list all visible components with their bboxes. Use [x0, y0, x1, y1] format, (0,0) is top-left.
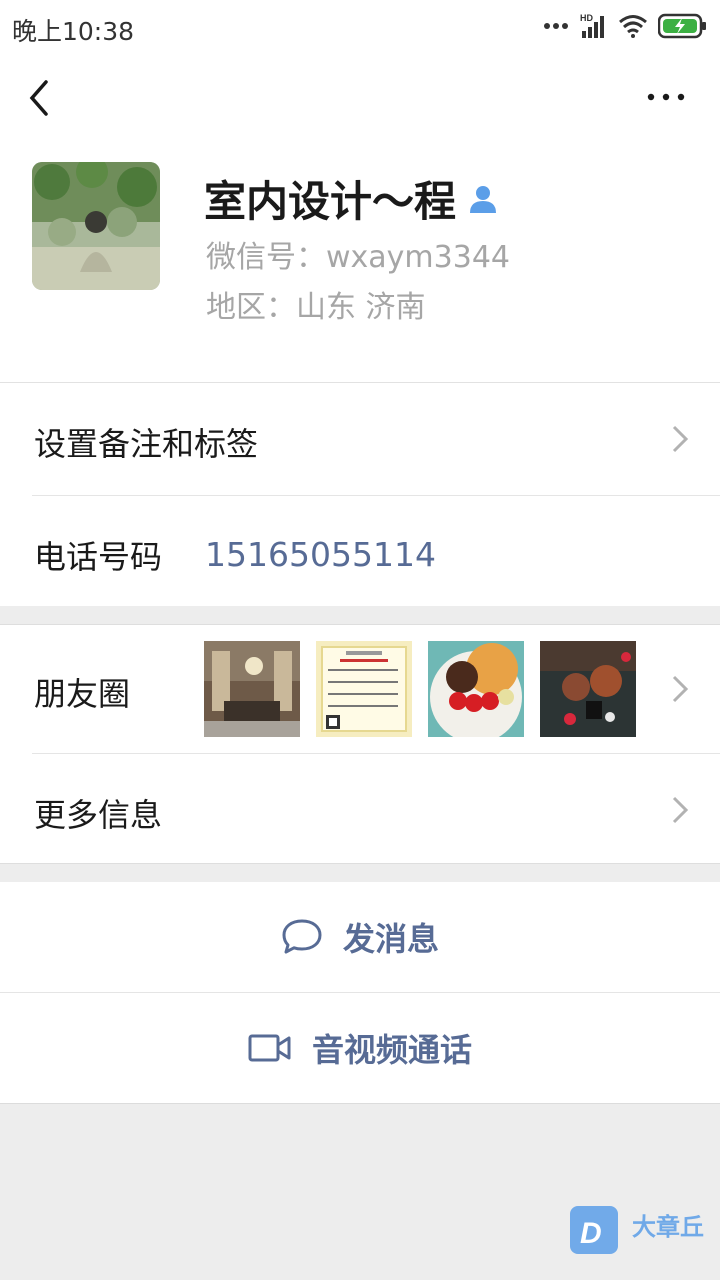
- chevron-right-icon: [672, 675, 689, 703]
- battery-charging-icon: [658, 13, 706, 39]
- more-options-button[interactable]: [646, 82, 686, 112]
- remark-row[interactable]: 设置备注和标签: [0, 383, 720, 495]
- video-call-label: 音视频通话: [311, 1031, 472, 1069]
- contact-name-text: 室内设计～程: [204, 177, 457, 226]
- phone-number[interactable]: 15165055114: [205, 535, 436, 574]
- moments-thumbnail: [204, 641, 300, 737]
- chevron-right-icon: [672, 796, 689, 824]
- status-time: 晚上10:38: [12, 17, 135, 46]
- signal-icon: HD: [580, 13, 604, 38]
- moments-thumbnail: [540, 641, 636, 737]
- moments-thumbnail: [428, 641, 524, 737]
- divider: [0, 1103, 720, 1104]
- more-dots-icon: [647, 93, 685, 101]
- wechat-id: 微信号：wxaym3344: [206, 240, 510, 275]
- watermark-brand: 大章丘: [632, 1213, 704, 1241]
- more-info-label: 更多信息: [34, 796, 163, 834]
- more-info-row[interactable]: 更多信息: [0, 754, 720, 865]
- chevron-left-icon: [29, 80, 48, 116]
- contact-name: 室内设计～程: [204, 168, 498, 229]
- video-camera-icon: [248, 1034, 291, 1062]
- chevron-right-icon: [672, 425, 689, 453]
- chat-bubble-icon: [282, 919, 322, 954]
- info-section: 设置备注和标签 电话号码 15165055114: [0, 382, 720, 606]
- moments-row[interactable]: 朋友圈: [0, 625, 720, 753]
- remark-label: 设置备注和标签: [34, 425, 259, 463]
- network-type-label: HD: [580, 13, 593, 23]
- status-bar: 晚上10:38 HD: [0, 0, 720, 52]
- back-button[interactable]: [22, 76, 62, 120]
- region: 地区：山东 济南: [206, 290, 426, 325]
- moments-thumbnail: [316, 641, 412, 737]
- nav-bar: [0, 52, 720, 144]
- person-badge-icon: [470, 185, 497, 213]
- phone-label: 电话号码: [34, 538, 163, 576]
- moments-section: 朋友圈 更多信息: [0, 624, 720, 864]
- wifi-icon: [619, 15, 647, 38]
- video-call-button[interactable]: 音视频通话: [0, 993, 720, 1103]
- moments-label: 朋友圈: [34, 675, 131, 713]
- avatar[interactable]: [32, 162, 160, 290]
- watermark-logo: D 大章丘: [570, 1205, 715, 1255]
- status-icons: HD: [544, 12, 708, 40]
- send-message-button[interactable]: 发消息: [0, 882, 720, 992]
- more-dots-status-icon: [544, 23, 568, 29]
- send-message-label: 发消息: [342, 920, 439, 958]
- svg-text:D: D: [580, 1217, 602, 1250]
- profile-header: 室内设计～程 微信号：wxaym3344 地区：山东 济南: [0, 144, 720, 382]
